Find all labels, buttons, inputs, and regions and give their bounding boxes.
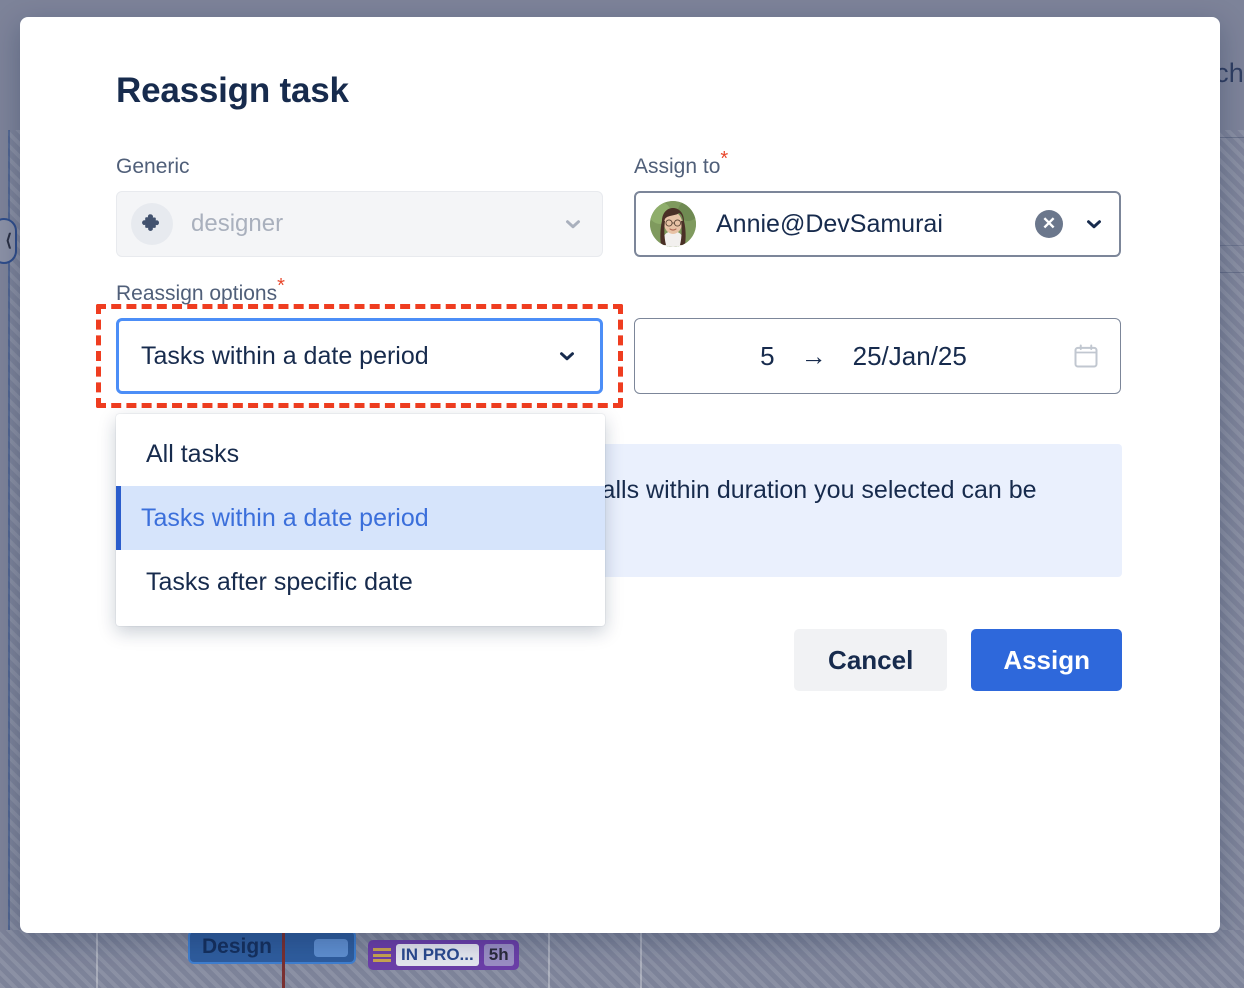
- date-range-text: 5 → 25/Jan/25: [655, 341, 1072, 372]
- assign-button[interactable]: Assign: [971, 629, 1122, 691]
- background-status-label: IN PRO...: [396, 944, 479, 966]
- assign-to-field-group: Assign to* Annie@DevSamurai ✕: [634, 149, 1121, 257]
- assign-to-label-text: Assign to: [634, 155, 721, 178]
- required-asterisk: *: [720, 148, 729, 170]
- cancel-button[interactable]: Cancel: [794, 629, 948, 691]
- menu-item-all-tasks[interactable]: All tasks: [116, 422, 605, 486]
- avatar: [650, 201, 696, 247]
- chevron-down-icon[interactable]: [556, 345, 578, 367]
- calendar-icon[interactable]: [1072, 342, 1100, 370]
- date-range-field[interactable]: 5 → 25/Jan/25: [634, 318, 1121, 394]
- reassign-options-label: Reassign options*: [116, 276, 603, 306]
- generic-label: Generic: [116, 155, 190, 178]
- menu-icon: [373, 948, 391, 962]
- arrow-right-icon: →: [800, 340, 827, 371]
- clear-circle-icon[interactable]: ✕: [1035, 210, 1063, 238]
- dialog-footer: Cancel Assign: [116, 629, 1122, 691]
- background-task-chip-design-label: Design: [202, 935, 273, 958]
- reassign-options-label-text: Reassign options: [116, 282, 278, 305]
- background-duration-label: 5h: [483, 944, 514, 966]
- menu-item-tasks-after-specific-date[interactable]: Tasks after specific date: [116, 550, 605, 614]
- generic-select[interactable]: designer: [116, 191, 603, 257]
- assignee-select[interactable]: Annie@DevSamurai ✕: [634, 191, 1121, 257]
- generic-value: designer: [191, 210, 284, 237]
- date-range-end: 25/Jan/25: [852, 340, 967, 371]
- chevron-left-icon[interactable]: ⟨: [0, 218, 17, 264]
- reassign-options-select[interactable]: Tasks within a date period: [116, 318, 603, 394]
- assign-to-label: Assign to*: [634, 149, 1121, 179]
- reassign-task-dialog: Reassign task Generic designer Assign to…: [20, 17, 1220, 933]
- background-timeline-strip: Design IN PRO... 5h: [0, 930, 1244, 988]
- background-today-marker: [282, 930, 285, 988]
- chevron-down-icon[interactable]: [1083, 213, 1105, 235]
- date-range-group: 5 → 25/Jan/25: [634, 282, 1121, 394]
- assignee-name: Annie@DevSamurai: [716, 209, 943, 238]
- puzzle-piece-icon: [131, 203, 173, 245]
- chevron-down-icon[interactable]: [562, 213, 584, 235]
- options-row: Reassign options* Tasks within a date pe…: [96, 257, 1142, 626]
- generic-field-group: Generic designer: [116, 155, 603, 257]
- date-range-start: 5: [760, 340, 775, 371]
- reassign-options-group: Reassign options* Tasks within a date pe…: [96, 276, 623, 626]
- background-task-chip-design[interactable]: Design: [188, 930, 356, 964]
- background-task-chip-status[interactable]: IN PRO... 5h: [368, 940, 519, 970]
- required-asterisk: *: [277, 275, 285, 297]
- menu-item-tasks-within-date-period[interactable]: Tasks within a date period: [116, 486, 605, 550]
- fields-row: Generic designer Assign to* Annie@DevSam…: [116, 149, 1142, 257]
- resize-handle[interactable]: [314, 939, 348, 957]
- reassign-options-menu: All tasks Tasks within a date period Tas…: [116, 414, 605, 626]
- dialog-title: Reassign task: [116, 71, 349, 110]
- reassign-options-value: Tasks within a date period: [141, 341, 429, 370]
